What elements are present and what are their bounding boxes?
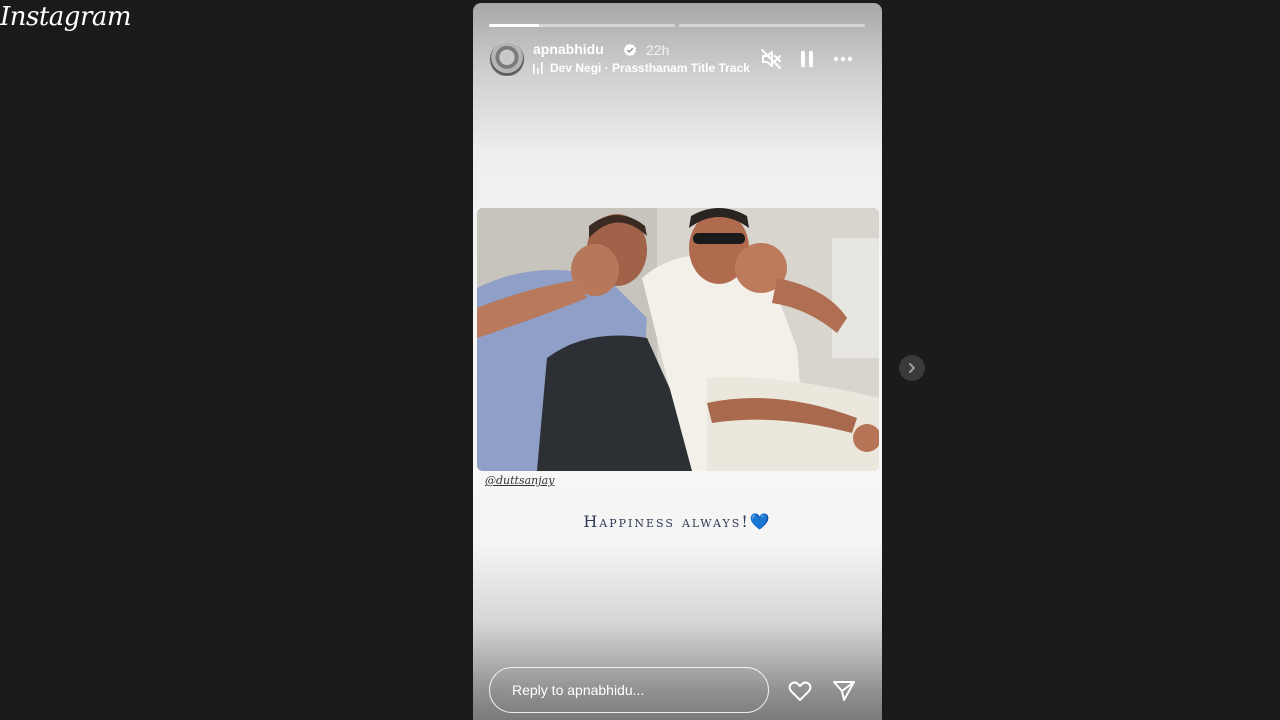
- reply-input[interactable]: Reply to apnabhidu...: [489, 667, 769, 713]
- progress-segment: [679, 24, 865, 27]
- instagram-logo[interactable]: Instagram: [0, 2, 132, 32]
- avatar[interactable]: [489, 41, 525, 77]
- story-header: apnabhidu 22h Dev Negi · Prassthanam Tit…: [489, 39, 866, 79]
- username[interactable]: apnabhidu: [533, 41, 604, 57]
- next-story-button[interactable]: [899, 355, 925, 381]
- photo-mention[interactable]: @duttsanjay: [485, 474, 554, 487]
- more-horizontal-icon[interactable]: [831, 47, 855, 71]
- story-age: 22h: [646, 42, 670, 58]
- heart-outline-icon[interactable]: [787, 678, 813, 704]
- story-progress: [489, 24, 865, 27]
- paper-plane-icon[interactable]: [831, 678, 857, 704]
- story-viewer[interactable]: apnabhidu 22h Dev Negi · Prassthanam Tit…: [473, 3, 882, 720]
- music-track[interactable]: Dev Negi · Prassthanam Title Track: [550, 61, 762, 75]
- chevron-right-icon: [909, 363, 915, 373]
- progress-segment: [489, 24, 675, 27]
- caption-text: Happiness always!: [583, 512, 750, 531]
- pause-icon[interactable]: [795, 47, 819, 71]
- speaker-muted-icon[interactable]: [759, 47, 783, 71]
- photo-illustration: [477, 208, 879, 471]
- music-bars-icon: [533, 62, 543, 74]
- blue-heart-emoji: 💙: [749, 512, 772, 531]
- story-photo: [477, 208, 879, 471]
- verified-badge-icon: [623, 43, 637, 57]
- story-caption: Happiness always!💙: [473, 512, 882, 531]
- progress-fill: [489, 24, 540, 27]
